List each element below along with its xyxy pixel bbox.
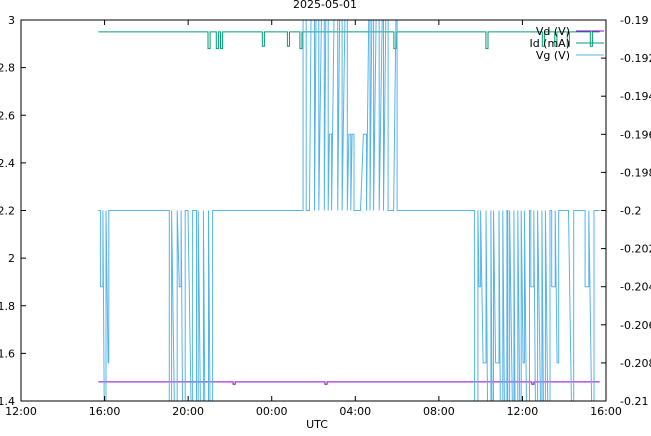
series-line	[98, 19, 600, 402]
y-left-tick-label: 2.8	[0, 62, 15, 75]
y-right-tick-label: -0.206	[620, 319, 651, 332]
x-tick-label: 20:00	[172, 405, 204, 418]
chart: 12:00 16:00 20:00 00:00 04:00 08:00 12:00 16:00…	[0, 0, 651, 432]
y-left-tick-label: 2.6	[0, 109, 15, 122]
legend: Vd (V)Id (mA)Vg (V)	[529, 25, 604, 62]
y-left-tick-label: 1.4	[0, 395, 15, 408]
y-right-tick-label: -0.204	[620, 281, 651, 294]
y-right-tick-label: -0.194	[620, 90, 651, 103]
x-tick-label: 12:00	[507, 405, 539, 418]
legend-label: Vg (V)	[536, 49, 570, 62]
y-right-tick-label: -0.19	[620, 14, 648, 27]
x-tick-label: 00:00	[256, 405, 288, 418]
y-left-tick-label: 3	[8, 14, 15, 27]
series-line	[98, 31, 600, 50]
y-left-tick-label: 2	[8, 252, 15, 265]
x-axis-label: UTC	[306, 418, 328, 431]
y-right-tick-label: -0.21	[620, 395, 648, 408]
x-tick-label: 04:00	[339, 405, 371, 418]
y-right-tick-label: -0.208	[620, 357, 651, 370]
x-tick-label: 16:00	[89, 405, 121, 418]
y-left-tick-label: 2.2	[0, 205, 15, 218]
plot-lines	[98, 19, 600, 402]
y-right-tick-label: -0.198	[620, 166, 651, 179]
y-right-tick-label: -0.192	[620, 52, 651, 65]
x-tick-label: 16:00	[590, 405, 622, 418]
x-tick-label: 08:00	[423, 405, 455, 418]
chart-title: 2025-05-01	[293, 0, 357, 11]
y-left-tick-label: 1.8	[0, 300, 15, 313]
y-right-tick-label: -0.2	[620, 205, 641, 218]
chart-svg: 12:00 16:00 20:00 00:00 04:00 08:00 12:00 16:00…	[0, 0, 651, 431]
y-left-tick-label: 2.4	[0, 157, 15, 170]
y-left-tick-label: 1.6	[0, 347, 15, 360]
y-right-tick-label: -0.202	[620, 243, 651, 256]
series-line	[98, 381, 600, 385]
y-right-tick-label: -0.196	[620, 128, 651, 141]
